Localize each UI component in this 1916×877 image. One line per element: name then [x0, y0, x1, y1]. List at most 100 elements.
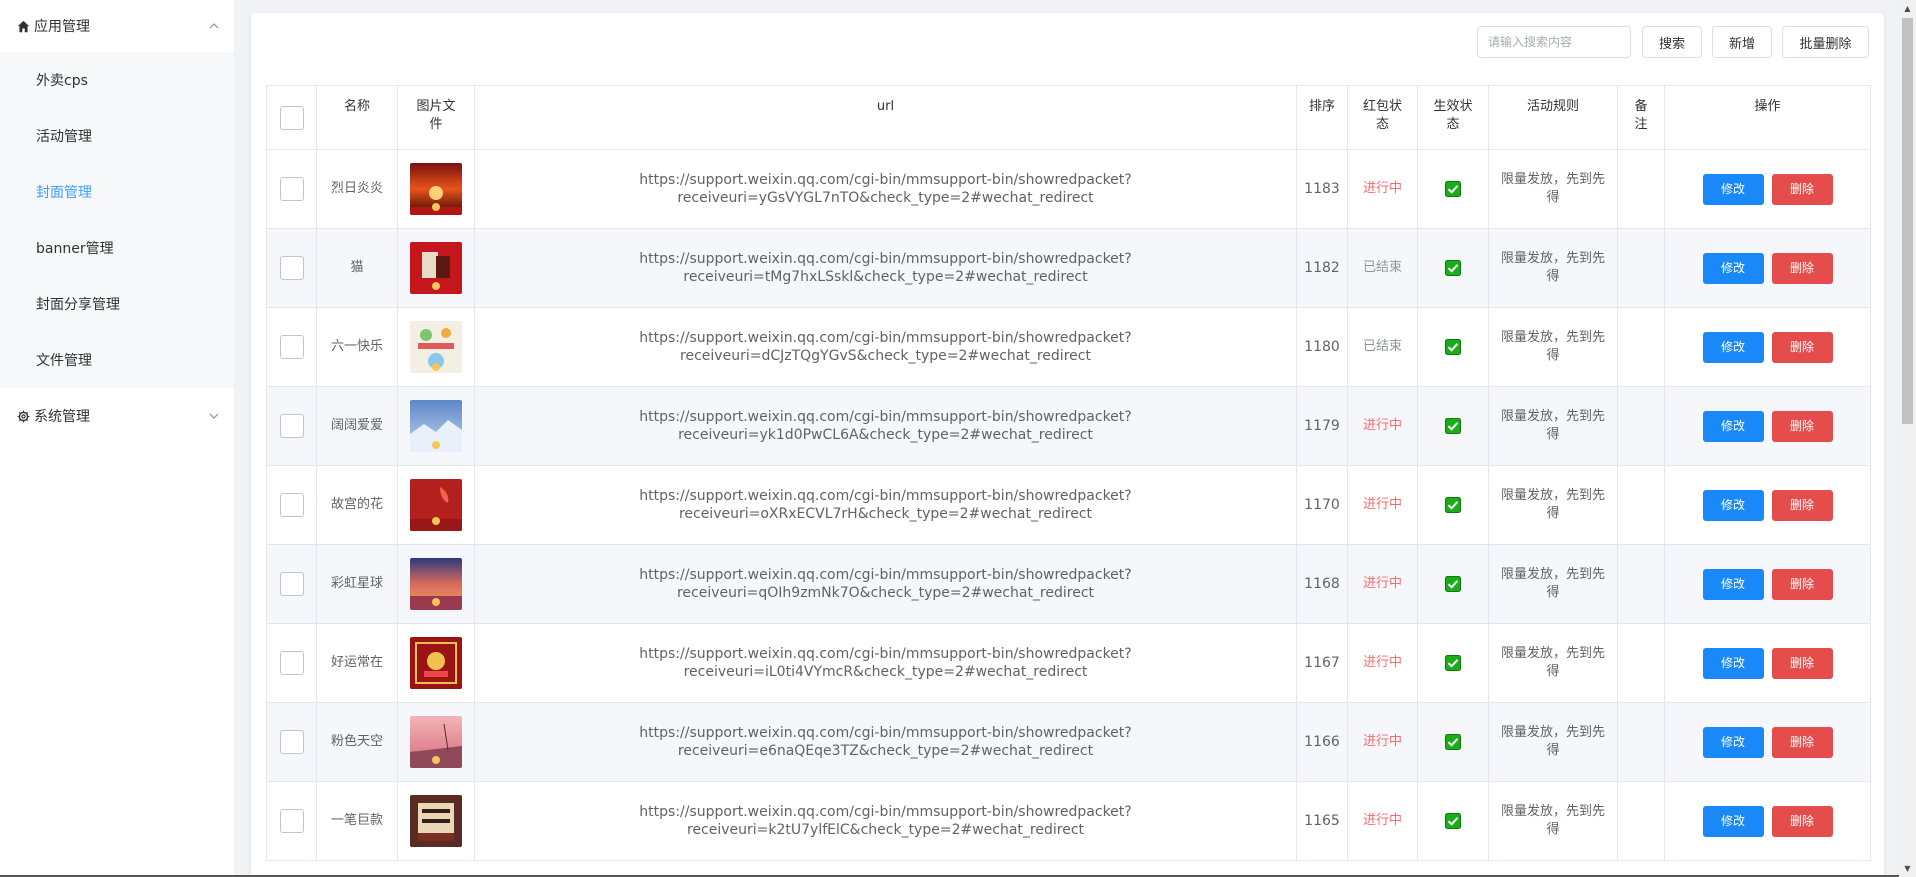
sidebar-item-cover[interactable]: 封面管理	[0, 164, 234, 220]
cover-thumbnail[interactable]	[410, 716, 462, 768]
edit-button[interactable]: 修改	[1702, 331, 1764, 363]
header-action: 操作	[1664, 85, 1871, 150]
delete-button[interactable]: 删除	[1771, 252, 1833, 284]
header-status-label: 红包状态	[1362, 99, 1402, 132]
row-checkbox[interactable]	[279, 572, 304, 596]
batch-delete-button[interactable]: 批量删除	[1782, 26, 1869, 58]
delete-button[interactable]: 删除	[1771, 647, 1833, 679]
header-sort: 排序	[1296, 85, 1348, 150]
delete-button[interactable]: 删除	[1771, 568, 1833, 600]
row-rule: 限量发放，先到先得	[1488, 781, 1618, 861]
row-image-cell	[397, 307, 475, 387]
row-rule: 限量发放，先到先得	[1488, 307, 1618, 387]
delete-button[interactable]: 删除	[1771, 331, 1833, 363]
row-remark	[1617, 386, 1665, 466]
row-sort: 1182	[1296, 228, 1348, 308]
add-button[interactable]: 新增	[1712, 26, 1772, 58]
edit-button[interactable]: 修改	[1702, 568, 1764, 600]
row-url-line2: receiveuri=oXRxECVL7rH&check_type=2#wech…	[678, 506, 1093, 522]
checkmark-icon	[1445, 654, 1461, 671]
menu-group-app-management[interactable]: 应用管理	[0, 0, 234, 52]
row-sort: 1166	[1296, 702, 1348, 782]
delete-button[interactable]: 删除	[1771, 489, 1833, 521]
edit-button[interactable]: 修改	[1702, 805, 1764, 837]
row-checkbox[interactable]	[279, 414, 304, 438]
row-rule: 限量发放，先到先得	[1488, 544, 1618, 624]
table-row: 猫 https://support.weixin.qq.com/cgi-bin/…	[266, 228, 1871, 308]
row-actions: 修改 删除	[1664, 149, 1871, 229]
row-checkbox[interactable]	[279, 651, 304, 675]
delete-button[interactable]: 删除	[1771, 173, 1833, 205]
search-input[interactable]	[1477, 26, 1631, 58]
row-name: 阔阔爱爱	[316, 386, 398, 466]
cover-thumbnail[interactable]	[410, 163, 462, 215]
sidebar-item-takeout-cps[interactable]: 外卖cps	[0, 52, 234, 108]
row-sort: 1183	[1296, 149, 1348, 229]
row-image-cell	[397, 544, 475, 624]
row-checkbox[interactable]	[279, 177, 304, 201]
row-actions: 修改 删除	[1664, 386, 1871, 466]
row-checkbox[interactable]	[279, 256, 304, 280]
delete-button[interactable]: 删除	[1771, 805, 1833, 837]
sidebar: 应用管理 外卖cps 活动管理 封面管理 banner管理 封面分享管理 文件管…	[0, 0, 234, 877]
row-name: 烈日炎炎	[316, 149, 398, 229]
scroll-up-arrow-icon[interactable]: ▲	[1899, 0, 1916, 17]
row-url-line2: receiveuri=tMg7hxLSskl&check_type=2#wech…	[683, 269, 1088, 285]
row-status: 已结束	[1347, 307, 1418, 387]
edit-button[interactable]: 修改	[1702, 726, 1764, 758]
row-actions: 修改 删除	[1664, 623, 1871, 703]
menu-group-system-management[interactable]: 系统管理	[0, 390, 234, 442]
row-url-line1: https://support.weixin.qq.com/cgi-bin/mm…	[639, 567, 1132, 583]
cover-thumbnail[interactable]	[410, 795, 462, 847]
edit-button[interactable]: 修改	[1702, 647, 1764, 679]
row-rule-text: 限量发放，先到先得	[1500, 251, 1605, 284]
cover-thumbnail[interactable]	[410, 558, 462, 610]
table-row: 六一快乐 https://support.weixin.qq.com/cgi-b…	[266, 307, 1871, 387]
cover-thumbnail[interactable]	[410, 321, 462, 373]
sidebar-item-files[interactable]: 文件管理	[0, 332, 234, 388]
row-url-cell: https://support.weixin.qq.com/cgi-bin/mm…	[474, 307, 1297, 387]
cover-thumbnail[interactable]	[410, 242, 462, 294]
scrollbar-thumb[interactable]	[1902, 18, 1913, 424]
edit-button[interactable]: 修改	[1702, 173, 1764, 205]
sidebar-item-label: 封面管理	[36, 185, 92, 201]
cover-thumbnail[interactable]	[410, 637, 462, 689]
page-scrollbar[interactable]: ▲ ▼	[1899, 0, 1916, 877]
table-row: 粉色天空 https://support.weixin.qq.com/cgi-b…	[266, 702, 1871, 782]
row-select-cell	[266, 623, 317, 703]
row-checkbox[interactable]	[279, 730, 304, 754]
row-image-cell	[397, 781, 475, 861]
row-checkbox[interactable]	[279, 493, 304, 517]
row-name: 好运常在	[316, 623, 398, 703]
row-effective-cell	[1417, 544, 1489, 624]
delete-button[interactable]: 删除	[1771, 410, 1833, 442]
cover-thumbnail[interactable]	[410, 400, 462, 452]
row-status: 已结束	[1347, 228, 1418, 308]
edit-button[interactable]: 修改	[1702, 410, 1764, 442]
row-checkbox[interactable]	[279, 335, 304, 359]
row-sort: 1167	[1296, 623, 1348, 703]
row-name: 猫	[316, 228, 398, 308]
row-status: 进行中	[1347, 386, 1418, 466]
row-url-line1: https://support.weixin.qq.com/cgi-bin/mm…	[639, 172, 1132, 188]
search-button[interactable]: 搜索	[1642, 26, 1702, 58]
row-checkbox[interactable]	[279, 809, 304, 833]
edit-button[interactable]: 修改	[1702, 489, 1764, 521]
scroll-down-arrow-icon[interactable]: ▼	[1899, 860, 1916, 877]
row-actions: 修改 删除	[1664, 702, 1871, 782]
row-rule-text: 限量发放，先到先得	[1500, 488, 1605, 521]
sidebar-item-label: 活动管理	[36, 129, 92, 145]
sidebar-item-cover-share[interactable]: 封面分享管理	[0, 276, 234, 332]
row-rule-text: 限量发放，先到先得	[1500, 567, 1605, 600]
edit-button[interactable]: 修改	[1702, 252, 1764, 284]
table-header-row: 名称 图片文件 url 排序 红包状态 生效状态 活动规则 备注 操作	[266, 85, 1871, 150]
sidebar-item-banner[interactable]: banner管理	[0, 220, 234, 276]
sidebar-item-activity[interactable]: 活动管理	[0, 108, 234, 164]
delete-button[interactable]: 删除	[1771, 726, 1833, 758]
row-rule-text: 限量发放，先到先得	[1500, 409, 1605, 442]
row-url-cell: https://support.weixin.qq.com/cgi-bin/mm…	[474, 386, 1297, 466]
row-remark	[1617, 465, 1665, 545]
select-all-checkbox[interactable]	[279, 106, 304, 130]
cover-thumbnail[interactable]	[410, 479, 462, 531]
table-row: 故宫的花 https://support.weixin.qq.com/cgi-b…	[266, 465, 1871, 545]
